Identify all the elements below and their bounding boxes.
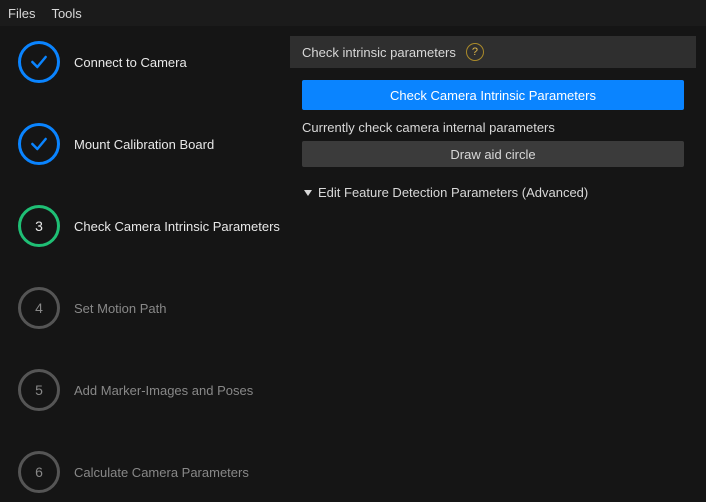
step-number-icon: 6 xyxy=(18,451,60,493)
advanced-expander[interactable]: Edit Feature Detection Parameters (Advan… xyxy=(302,185,684,200)
draw-aid-circle-button[interactable]: Draw aid circle xyxy=(302,141,684,167)
chevron-down-icon xyxy=(304,190,312,196)
checkmark-icon xyxy=(18,41,60,83)
step-number-icon: 4 xyxy=(18,287,60,329)
help-icon[interactable]: ? xyxy=(466,43,484,61)
check-intrinsic-button[interactable]: Check Camera Intrinsic Parameters xyxy=(302,80,684,110)
step-add-marker-images[interactable]: 5 Add Marker-Images and Poses xyxy=(18,369,280,411)
main: Connect to Camera Mount Calibration Boar… xyxy=(0,26,706,502)
status-text: Currently check camera internal paramete… xyxy=(302,120,684,135)
step-number-icon: 3 xyxy=(18,205,60,247)
step-label: Check Camera Intrinsic Parameters xyxy=(74,219,280,234)
step-label: Connect to Camera xyxy=(74,55,187,70)
step-label: Calculate Camera Parameters xyxy=(74,465,249,480)
panel-header: Check intrinsic parameters ? xyxy=(290,36,696,68)
step-check-intrinsic[interactable]: 3 Check Camera Intrinsic Parameters xyxy=(18,205,280,247)
step-mount-board[interactable]: Mount Calibration Board xyxy=(18,123,280,165)
step-label: Add Marker-Images and Poses xyxy=(74,383,253,398)
menu-tools[interactable]: Tools xyxy=(51,6,81,21)
step-connect-camera[interactable]: Connect to Camera xyxy=(18,41,280,83)
expander-label: Edit Feature Detection Parameters (Advan… xyxy=(318,185,588,200)
checkmark-icon xyxy=(18,123,60,165)
sidebar: Connect to Camera Mount Calibration Boar… xyxy=(0,26,290,502)
step-calculate-params[interactable]: 6 Calculate Camera Parameters xyxy=(18,451,280,493)
menu-files[interactable]: Files xyxy=(8,6,35,21)
menubar: Files Tools xyxy=(0,0,706,26)
step-label: Set Motion Path xyxy=(74,301,167,316)
step-set-motion-path[interactable]: 4 Set Motion Path xyxy=(18,287,280,329)
panel-title: Check intrinsic parameters xyxy=(302,45,456,60)
step-label: Mount Calibration Board xyxy=(74,137,214,152)
step-number-icon: 5 xyxy=(18,369,60,411)
panel-body: Check Camera Intrinsic Parameters Curren… xyxy=(290,68,696,212)
content-panel: Check intrinsic parameters ? Check Camer… xyxy=(290,26,706,502)
